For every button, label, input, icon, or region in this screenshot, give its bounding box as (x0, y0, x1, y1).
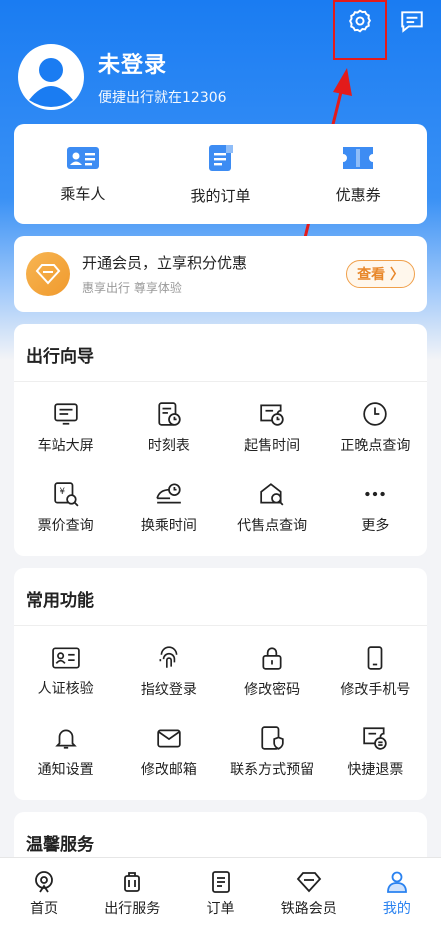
diamond-badge-icon (26, 252, 70, 296)
common-identity-check[interactable]: 人证核验 (14, 632, 117, 712)
tab-home[interactable]: 首页 (0, 858, 88, 932)
grid-label: 修改邮箱 (140, 762, 197, 778)
guide-timetable[interactable]: 时刻表 (117, 388, 220, 468)
common-change-email[interactable]: 修改邮箱 (117, 712, 220, 792)
fare-query-icon: ¥ (53, 482, 79, 507)
grid-label: 起售时间 (244, 438, 301, 454)
station-screen-icon (53, 403, 78, 425)
grid-label: 换乘时间 (140, 518, 197, 534)
avatar[interactable] (18, 44, 84, 110)
common-change-phone[interactable]: 修改手机号 (324, 632, 427, 712)
vip-banner[interactable]: 开通会员，立享积分优惠 惠享出行 尊享体验 查看 〉 (14, 236, 427, 312)
svg-text:¥: ¥ (59, 487, 65, 497)
grid-label: 联系方式预留 (230, 762, 315, 778)
vip-title: 开通会员，立享积分优惠 (82, 254, 248, 272)
guide-transfer-time[interactable]: 换乘时间 (117, 468, 220, 548)
person-icon (387, 871, 407, 893)
coupon-icon (343, 146, 374, 169)
quick-passengers[interactable]: 乘车人 (14, 124, 152, 224)
common-quick-refund[interactable]: 快捷退票 (324, 712, 427, 792)
grid-label: 票价查询 (37, 518, 94, 534)
section-title: 常用功能 (14, 568, 427, 626)
guide-more[interactable]: 更多 (324, 468, 427, 548)
order-doc-icon (208, 144, 233, 171)
tab-label: 订单 (206, 901, 235, 917)
section-title: 出行向导 (14, 324, 427, 382)
order-icon (211, 871, 230, 893)
tab-label: 铁路会员 (280, 901, 337, 917)
tab-label: 首页 (30, 901, 59, 917)
grid-label: 车站大屏 (37, 438, 94, 454)
grid-label: 更多 (361, 518, 390, 534)
diamond-icon (296, 872, 321, 893)
annotation-highlight-box (333, 0, 387, 60)
luggage-icon (124, 872, 141, 892)
guide-delay-query[interactable]: 正晚点查询 (324, 388, 427, 468)
tab-orders[interactable]: 订单 (176, 858, 264, 932)
tab-label: 我的 (382, 901, 411, 917)
sale-time-icon (260, 404, 284, 426)
grid-label: 正晚点查询 (340, 438, 411, 454)
lock-icon (262, 647, 282, 670)
bell-icon (54, 729, 77, 749)
tab-mine[interactable]: 我的 (353, 858, 441, 932)
guide-station-screen[interactable]: 车站大屏 (14, 388, 117, 468)
more-icon (365, 491, 386, 497)
id-card-icon (66, 146, 99, 169)
tab-label: 出行服务 (104, 901, 161, 917)
mail-icon (157, 729, 181, 748)
common-contact-reserve[interactable]: 联系方式预留 (221, 712, 324, 792)
home-train-icon (35, 871, 53, 893)
agency-search-icon (260, 483, 284, 506)
common-functions-section: 常用功能 人证核验 指纹登录 修改密码 修改手机号 通知设置 修改邮箱 联系方式… (14, 568, 427, 800)
grid-label: 人证核验 (37, 681, 94, 697)
quick-my-orders[interactable]: 我的订单 (152, 124, 290, 224)
tab-railway-member[interactable]: 铁路会员 (265, 858, 353, 932)
guide-fare-query[interactable]: ¥ 票价查询 (14, 468, 117, 548)
refund-ticket-icon (363, 727, 388, 750)
grid-label: 时刻表 (147, 438, 190, 454)
grid-label: 修改手机号 (340, 682, 411, 698)
travel-guide-section: 出行向导 车站大屏 时刻表 起售时间 正晚点查询 ¥ 票价查询 换乘时间 代售点… (14, 324, 427, 556)
user-profile[interactable]: 未登录 便捷出行就在12306 (18, 44, 227, 110)
message-icon[interactable] (397, 6, 427, 36)
common-notification-settings[interactable]: 通知设置 (14, 712, 117, 792)
quick-label: 我的订单 (190, 186, 251, 205)
grid-label: 指纹登录 (140, 682, 197, 698)
vip-view-button[interactable]: 查看 〉 (346, 260, 415, 288)
grid-label: 代售点查询 (237, 518, 308, 534)
quick-label: 优惠券 (335, 185, 381, 204)
grid-label: 修改密码 (244, 682, 301, 698)
grid-label: 快捷退票 (347, 762, 404, 778)
grid-label: 通知设置 (37, 762, 94, 778)
tab-travel-service[interactable]: 出行服务 (88, 858, 176, 932)
common-fingerprint-login[interactable]: 指纹登录 (117, 632, 220, 712)
clock-icon (363, 402, 388, 426)
timetable-icon (158, 402, 181, 426)
fingerprint-icon (159, 646, 178, 668)
transfer-time-icon (156, 483, 181, 504)
bottom-tab-bar: 首页 出行服务 订单 铁路会员 我的 (0, 857, 441, 932)
guide-sale-time[interactable]: 起售时间 (221, 388, 324, 468)
user-subtitle: 便捷出行就在12306 (98, 90, 227, 106)
phone-icon (368, 646, 383, 670)
user-name: 未登录 (98, 53, 168, 78)
contact-shield-icon (261, 726, 284, 750)
vip-subtitle: 惠享出行 尊享体验 (82, 281, 182, 295)
quick-label: 乘车人 (60, 184, 106, 203)
guide-agency-search[interactable]: 代售点查询 (221, 468, 324, 548)
identity-check-icon (51, 647, 80, 669)
common-change-password[interactable]: 修改密码 (221, 632, 324, 712)
quick-actions-card: 乘车人 我的订单 优惠券 (14, 124, 427, 224)
quick-coupons[interactable]: 优惠券 (289, 124, 427, 224)
